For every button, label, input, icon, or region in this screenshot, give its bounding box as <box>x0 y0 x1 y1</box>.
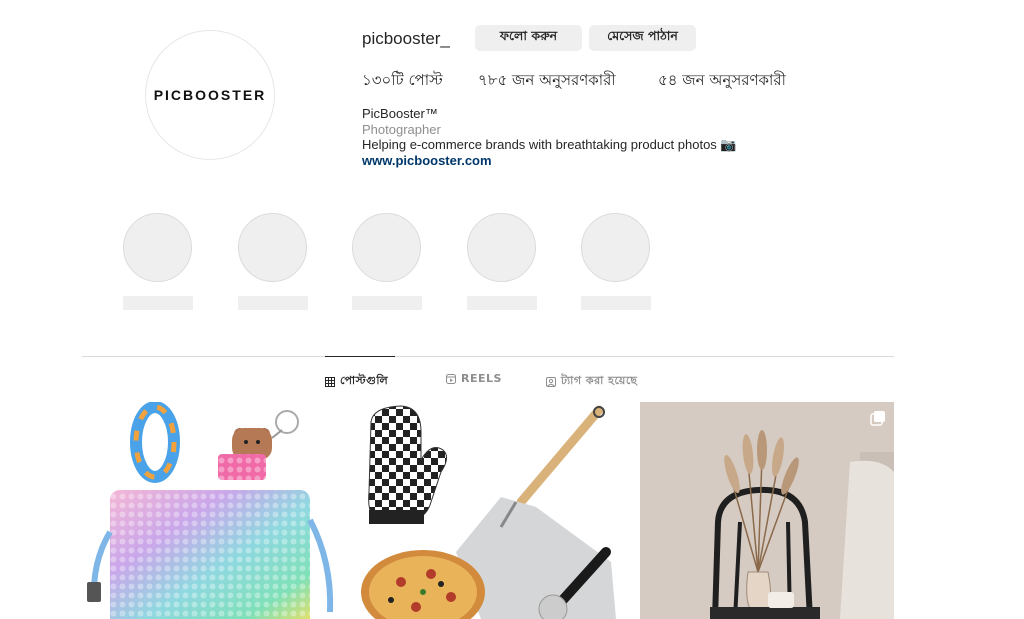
highlight-label-placeholder <box>467 296 537 310</box>
avatar-logo-text: PICBOOSTER <box>153 87 267 103</box>
pop-it-bag-image <box>87 402 334 619</box>
highlight-label-placeholder <box>352 296 422 310</box>
followers-count[interactable]: ৭৮৫ জন অনুসরণকারী <box>478 69 616 94</box>
message-button[interactable]: মেসেজ পাঠান <box>589 25 696 51</box>
tagged-icon <box>546 376 556 387</box>
tab-posts[interactable]: পোস্টগুলি <box>325 372 388 391</box>
highlight-label-placeholder <box>123 296 193 310</box>
highlight-circle <box>467 213 536 282</box>
tab-tagged[interactable]: ট্যাগ করা হয়েছে <box>546 372 637 391</box>
profile-bio: PicBooster™ Photographer Helping e-comme… <box>362 106 737 168</box>
post-thumbnail[interactable] <box>640 402 894 619</box>
follow-button[interactable]: ফলো করুন <box>475 25 582 51</box>
highlight-placeholder[interactable] <box>467 213 537 310</box>
post-thumbnail[interactable] <box>361 402 616 619</box>
reels-icon <box>446 373 456 384</box>
bio-category: Photographer <box>362 121 441 137</box>
highlight-circle <box>581 213 650 282</box>
tab-tagged-label: ট্যাগ করা হয়েছে <box>561 374 638 387</box>
active-tab-indicator <box>325 356 395 357</box>
highlight-placeholder[interactable] <box>352 213 422 310</box>
posts-count: ১৩০টি পোস্ট <box>362 71 443 89</box>
highlight-circle <box>238 213 307 282</box>
profile-username: picbooster_ <box>362 29 450 48</box>
bio-description: Helping e-commerce brands with breathtak… <box>362 137 737 152</box>
pampas-vase-image <box>640 402 894 619</box>
tab-posts-label: পোস্টগুলি <box>340 374 389 387</box>
highlight-label-placeholder <box>238 296 308 310</box>
bio-website-link[interactable]: www.picbooster.com <box>362 153 492 168</box>
bio-name: PicBooster™ <box>362 106 438 121</box>
profile-avatar[interactable]: PICBOOSTER <box>145 30 275 160</box>
highlight-circle <box>123 213 192 282</box>
highlight-placeholder[interactable] <box>123 213 193 310</box>
highlight-label-placeholder <box>581 296 651 310</box>
grid-icon <box>325 376 335 387</box>
highlight-circle <box>352 213 421 282</box>
pizza-peel-image <box>361 405 616 619</box>
tab-reels-label: REELS <box>461 372 502 385</box>
following-count[interactable]: ৫৪ জন অনুসরণকারী <box>658 69 786 94</box>
tabs-divider <box>82 356 894 357</box>
carousel-multiple-icon <box>870 411 885 426</box>
highlight-placeholder[interactable] <box>581 213 651 310</box>
highlight-placeholder[interactable] <box>238 213 308 310</box>
tab-reels[interactable]: REELS <box>446 372 502 385</box>
post-thumbnail[interactable] <box>82 402 337 619</box>
